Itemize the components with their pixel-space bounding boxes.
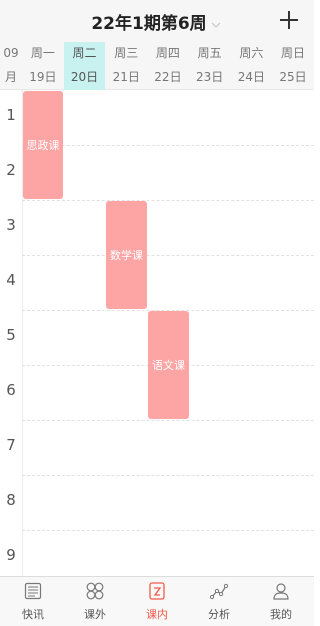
weekday-label: 周六	[239, 46, 264, 60]
grid-line	[22, 475, 314, 476]
top-bar: 22年1期第6周	[0, 0, 314, 42]
date-label: 25日	[279, 70, 307, 84]
day-header-sun[interactable]: 周日 25日	[272, 42, 314, 90]
grid-line	[22, 255, 314, 256]
period-number: 4	[6, 271, 16, 289]
analysis-icon	[209, 583, 229, 600]
grid-line	[22, 530, 314, 531]
course-block[interactable]: 数学课	[106, 201, 147, 309]
day-header-tue[interactable]: 周二 20日	[63, 42, 106, 90]
day-header-wed[interactable]: 周三 21日	[105, 42, 147, 90]
bottom-tab-bar: 快讯 课外 课内 分析 我的	[0, 576, 314, 626]
weekday-label: 周四	[155, 46, 180, 60]
tab-in-class[interactable]: 课内	[126, 581, 188, 625]
date-label: 22日	[154, 70, 182, 84]
date-label: 23日	[196, 70, 224, 84]
add-course-button[interactable]	[276, 6, 302, 34]
week-header: 09 月 周一 19日 周二 20日 周三 21日 周四 22日 周五 23日 …	[0, 42, 314, 90]
month-label: 09 月	[0, 42, 22, 90]
day-header-mon[interactable]: 周一 19日	[22, 42, 64, 90]
tab-label: 分析	[208, 608, 230, 621]
course-name: 数学课	[110, 249, 143, 262]
tab-profile[interactable]: 我的	[250, 581, 312, 625]
period-number: 8	[6, 491, 16, 509]
day-header-thu[interactable]: 周四 22日	[147, 42, 189, 90]
weekday-label: 周三	[114, 46, 139, 60]
news-icon	[24, 582, 42, 600]
weekday-label: 周五	[197, 46, 222, 60]
grid-line	[22, 200, 314, 201]
day-header-fri[interactable]: 周五 23日	[189, 42, 231, 90]
date-label: 21日	[112, 70, 140, 84]
tab-label: 课外	[84, 608, 106, 621]
tab-label: 我的	[270, 608, 292, 621]
date-label: 24日	[237, 70, 265, 84]
period-number: 1	[6, 106, 16, 124]
course-name: 思政课	[26, 139, 60, 152]
tab-analysis[interactable]: 分析	[188, 581, 250, 625]
week-selector[interactable]: 22年1期第6周	[0, 9, 314, 34]
course-block[interactable]: 语文课	[148, 311, 189, 419]
weekday-label: 周一	[30, 46, 55, 60]
period-number: 2	[6, 161, 16, 179]
period-number: 9	[6, 546, 16, 564]
schedule-icon	[149, 582, 165, 600]
grid-line	[22, 145, 314, 146]
tab-extracurricular[interactable]: 课外	[64, 581, 126, 625]
date-label: 19日	[29, 70, 57, 84]
course-name: 语文课	[152, 359, 185, 372]
month-unit: 月	[4, 70, 17, 84]
month-number: 09	[3, 46, 19, 60]
period-number: 3	[6, 216, 16, 234]
period-number: 6	[6, 381, 16, 399]
timetable-grid: 1 2 3 4 5 6 7 8 9 思政课 数学课 语文课	[0, 90, 314, 576]
pinwheel-icon	[86, 582, 104, 600]
week-title[interactable]: 22年1期第6周	[91, 14, 206, 34]
profile-icon	[273, 583, 289, 600]
date-label: 20日	[70, 70, 99, 84]
grid-line	[22, 420, 314, 421]
course-block[interactable]: 思政课	[23, 91, 63, 199]
period-number: 5	[6, 326, 16, 344]
weekday-label: 周二	[72, 46, 97, 60]
day-header-sat[interactable]: 周六 24日	[231, 42, 273, 90]
chevron-down-icon[interactable]	[209, 18, 223, 32]
tab-label: 快讯	[22, 608, 44, 621]
tab-news[interactable]: 快讯	[2, 581, 64, 625]
tab-label: 课内	[146, 608, 168, 621]
period-number: 7	[6, 436, 16, 454]
weekday-label: 周日	[281, 46, 306, 60]
